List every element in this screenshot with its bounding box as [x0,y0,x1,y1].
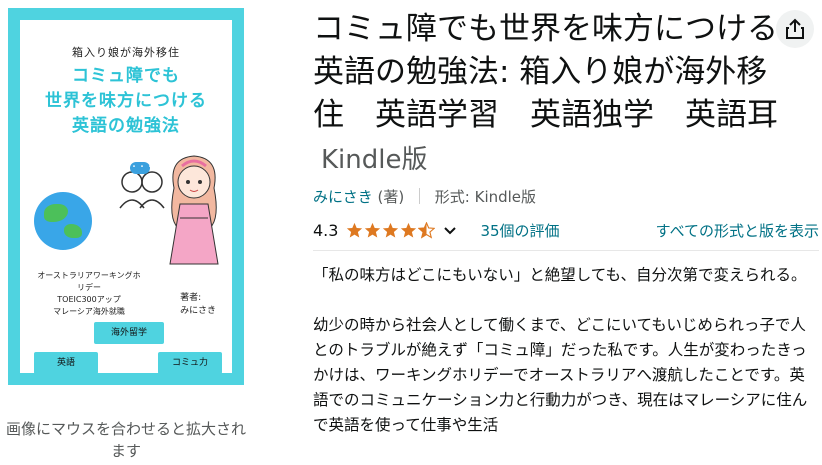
cover-title-line: コミュ障でも [72,66,180,86]
star-full-icon [401,222,417,237]
product-title: コミュ障でも世界を味方につける英語の勉強法: 箱入り娘が海外移住 英語学習 英語… [313,8,788,182]
cover-title-line: 英語の勉強法 [72,116,180,136]
cover-title-line: 世界を味方につける [45,91,207,111]
cover-desc-line: オーストラリアワーキングホリデー [37,271,141,292]
byline-divider [418,188,420,204]
cover-desc-line: マレーシア海外就職 [53,307,125,316]
description-paragraph: 幼少の時から社会人として働くまで、どこにいてもいじめられっ子で人とのトラブルが絶… [313,316,808,434]
star-rating[interactable] [346,221,436,239]
share-button[interactable] [776,10,814,48]
cover-title: コミュ障でも 世界を味方につける 英語の勉強法 [20,64,232,139]
cover-author-label: 著者: [180,293,202,303]
rating-value: 4.3 [313,220,339,240]
cover-tag: コミュ力 [158,352,222,373]
share-icon [786,18,804,39]
all-formats-link[interactable]: すべての形式と版を表示 [656,220,819,241]
chevron-down-icon[interactable] [442,222,458,238]
star-full-icon [383,222,399,237]
speech-bubble-icon: ・・・ [130,162,154,174]
cover-tag: 海外留学 [94,322,164,344]
author-role: (著) [377,188,405,206]
star-half-icon [418,221,436,239]
byline: みにさき (著) 形式: Kindle版 [313,186,536,208]
image-zoom-hint: 画像にマウスを合わせると拡大されます [5,420,246,460]
cover-author: 著者: みにさき [180,292,216,318]
description-paragraph: 「私の味方はどこにもいない」と絶望しても、自分次第で変えられる。 [313,266,807,284]
format-label: 形式: [434,188,470,206]
cover-subtitle: 箱入り娘が海外移住 [72,46,180,59]
cover-author-name: みにさき [180,306,216,316]
format-value: Kindle版 [474,188,537,206]
book-description: 「私の味方はどこにもいない」と絶望しても、自分次第で変えられる。 幼少の時から社… [313,263,809,463]
globe-icon [34,192,92,250]
format-badge: Kindle版 [321,145,428,175]
cover-tag: 英語 [34,352,98,373]
girl-illustration [169,155,219,265]
star-full-icon [347,222,363,237]
cover-desc-line: TOEIC300アップ [57,295,121,304]
cover-artwork: 箱入り娘が海外移住 コミュ障でも 世界を味方につける 英語の勉強法 ・・・ オー… [20,20,232,373]
section-divider [313,250,819,251]
cover-description: オーストラリアワーキングホリデー TOEIC300アップ マレーシア海外就職 [34,270,144,318]
rating-count-link[interactable]: 35個の評価 [480,220,559,241]
author-link[interactable]: みにさき [313,188,373,206]
rating-row: 4.3 35個の評価 すべての形式と版を表示 [313,217,819,243]
book-cover-image[interactable]: 箱入り娘が海外移住 コミュ障でも 世界を味方につける 英語の勉強法 ・・・ オー… [8,8,244,385]
star-full-icon [365,222,381,237]
product-title-text: コミュ障でも世界を味方につける英語の勉強法: 箱入り娘が海外移住 英語学習 英語… [313,11,778,133]
